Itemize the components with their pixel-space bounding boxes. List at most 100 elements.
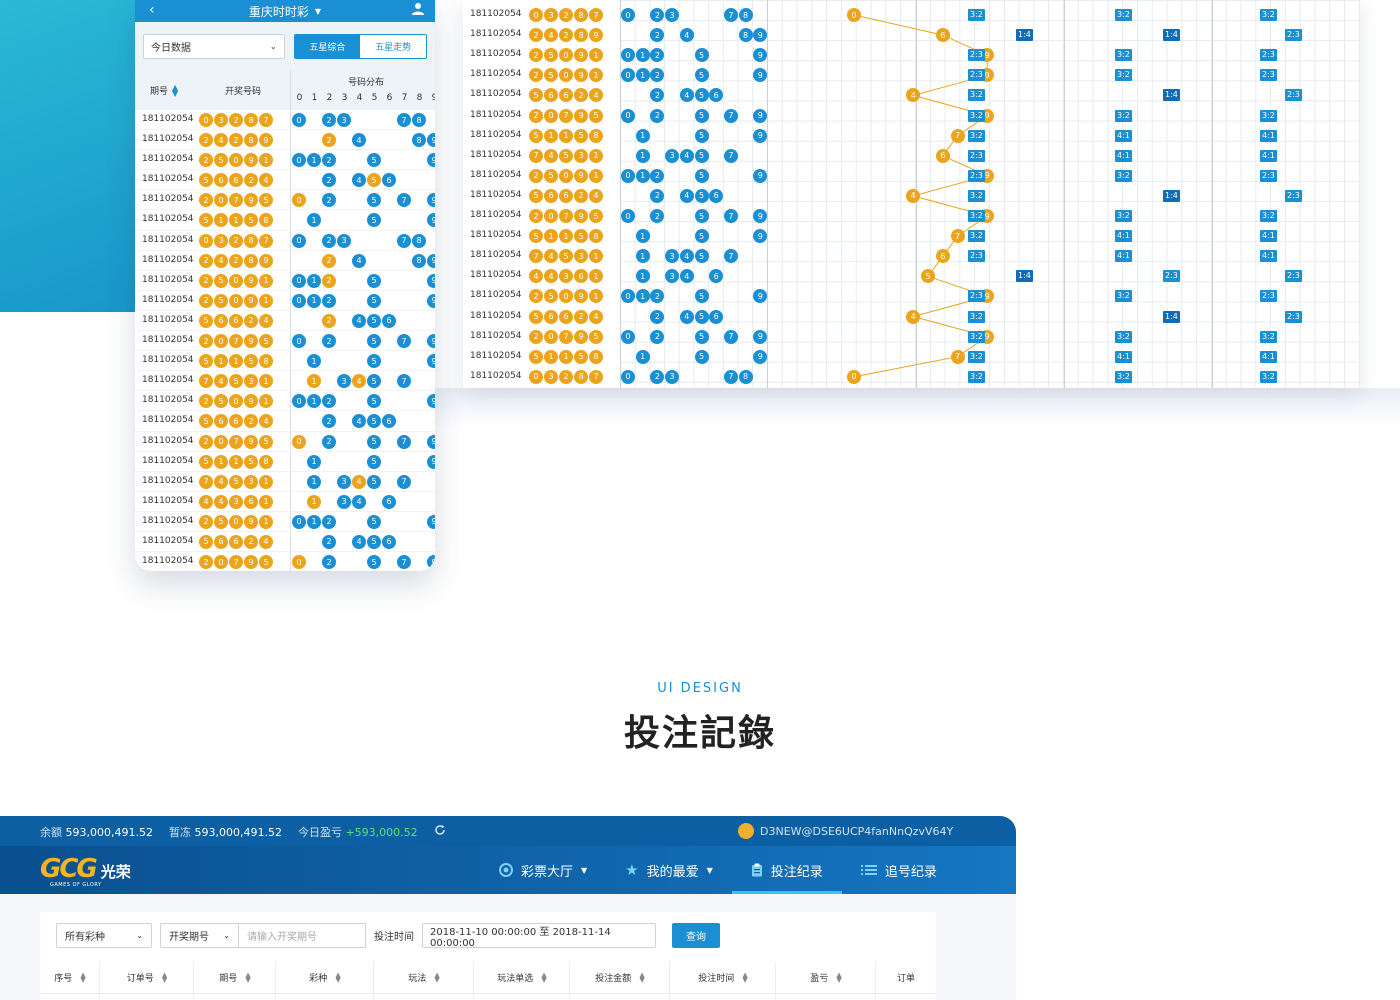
table-row[interactable]: 181102054 2 5 0 9 1 0 1 2 5 9 bbox=[135, 511, 435, 532]
trend-row[interactable]: 181102054 5 6 6 2 4 2 4 5 6 4 3:2 1:4 2:3 bbox=[463, 186, 1360, 206]
number-ball: 5 bbox=[199, 313, 213, 328]
user-icon[interactable] bbox=[411, 2, 425, 16]
nav-favorites[interactable]: ★ 我的最爱 ▼ bbox=[606, 846, 732, 894]
trend-row[interactable]: 181102054 2 5 0 9 1 0 1 2 5 9 9 2:3 3:2 2:3 bbox=[463, 166, 1360, 186]
trend-row[interactable]: 181102054 4 4 3 6 1 1 3 4 6 5 1:4 2:3 2:3 bbox=[463, 266, 1360, 286]
trend-row[interactable]: 181102054 2 0 7 9 5 0 2 5 7 9 9 3:2 3:2 3:2 bbox=[463, 206, 1360, 226]
ratio-tag: 1:4 bbox=[1163, 29, 1180, 42]
distribution-ball: 2 bbox=[650, 309, 665, 324]
ratio-tag: 4:1 bbox=[1115, 350, 1132, 363]
refresh-icon[interactable] bbox=[434, 824, 446, 836]
table-row[interactable]: 181102054 2 0 7 9 5 0 2 5 7 9 bbox=[135, 190, 435, 211]
data-range-select[interactable]: 今日数据 ⌄ bbox=[143, 33, 285, 59]
column-header[interactable]: 投注时间 ▲ ▼ bbox=[670, 962, 776, 1000]
column-header[interactable]: 订单 bbox=[876, 962, 936, 993]
period-id: 181102054 bbox=[142, 475, 194, 486]
table-row[interactable]: 181102054 2 4 2 8 9 2 4 8 9 bbox=[135, 250, 435, 271]
lottery-type-select[interactable]: 所有彩种 ⌄ bbox=[56, 923, 152, 948]
number-ball: 4 bbox=[544, 148, 558, 163]
column-header[interactable]: 彩种 ▲ ▼ bbox=[276, 962, 374, 1000]
trend-row[interactable]: 181102054 2 4 2 8 9 2 4 8 9 6 1:4 1:4 2:3 bbox=[463, 25, 1360, 45]
table-row[interactable]: 181102054 5 6 6 2 4 2 4 5 6 bbox=[135, 531, 435, 553]
column-header[interactable]: 玩法单选 ▲ ▼ bbox=[474, 962, 570, 1000]
trend-row[interactable]: 181102054 5 1 1 5 8 1 5 9 7 3:2 4:1 4:1 bbox=[463, 347, 1360, 367]
trend-row[interactable]: 181102054 2 5 0 9 1 0 1 2 5 9 9 2:3 3:2 2:3 bbox=[463, 45, 1360, 65]
table-row[interactable]: 181102054 2 0 7 9 5 0 2 5 7 9 bbox=[135, 552, 435, 571]
table-row[interactable]: 181102054 2 5 0 9 1 0 1 2 5 9 bbox=[135, 270, 435, 291]
table-row[interactable]: 181102054 2 4 2 8 9 2 4 8 9 bbox=[135, 130, 435, 151]
ratio-tag: 3:2 bbox=[1115, 210, 1132, 222]
table-row[interactable]: 181102054 4 4 3 6 1 1 3 4 6 bbox=[135, 491, 435, 512]
trend-row[interactable]: 181102054 0 3 2 8 7 0 2 3 7 8 0 3:2 3:2 3:2 bbox=[463, 367, 1360, 387]
nav-lottery-hall[interactable]: 彩票大厅 ▼ bbox=[480, 846, 606, 894]
number-ball: 6 bbox=[229, 173, 243, 188]
trend-row[interactable]: 181102054 0 3 2 8 7 0 2 3 7 8 0 3:2 3:2 3:2 bbox=[463, 5, 1360, 25]
nav-bet-records[interactable]: 投注纪录 bbox=[731, 846, 842, 894]
trend-row[interactable]: 181102054 2 0 7 9 5 0 2 5 7 9 9 3:2 3:2 3:2 bbox=[463, 106, 1360, 126]
filter-bar: 所有彩种 ⌄ 开奖期号 ⌄ 请输入开奖期号 投注时间 2018-11-10 00… bbox=[56, 923, 720, 949]
number-ball: 2 bbox=[229, 133, 243, 148]
winning-numbers: 56624 bbox=[199, 173, 273, 188]
column-header[interactable]: 期号 ▲ ▼ bbox=[194, 962, 276, 1000]
table-row[interactable]: 181102054 2 5 0 9 1 0 1 2 5 9 bbox=[135, 391, 435, 412]
back-icon[interactable]: ‹ bbox=[149, 2, 155, 18]
trend-row[interactable]: 181102054 7 4 5 3 1 1 3 4 5 7 6 2:3 4:1 4:1 bbox=[463, 246, 1360, 266]
table-row[interactable]: 181102054 0 3 2 8 7 0 2 3 7 8 bbox=[135, 110, 435, 131]
mobile-table-header: 期号 ▲ ▼ 开奖号码 号码分布 0123456789 bbox=[135, 70, 435, 110]
tab-five-star-trend[interactable]: 五星走势 bbox=[360, 34, 426, 58]
table-row[interactable]: 181102054 7 4 5 3 1 1 3 4 5 7 bbox=[135, 471, 435, 492]
query-button[interactable]: 查询 bbox=[672, 923, 720, 948]
sort-icon: ▲ ▼ bbox=[335, 970, 341, 984]
number-ball: 3 bbox=[229, 494, 243, 509]
distribution-ball: 0 bbox=[621, 289, 635, 304]
number-ball: 9 bbox=[574, 289, 588, 304]
number-ball: 5 bbox=[244, 213, 258, 228]
table-row[interactable]: 181102054 2 5 0 9 1 0 1 2 5 9 bbox=[135, 150, 435, 171]
table-row[interactable]: 181102054 5 1 1 5 8 1 5 9 bbox=[135, 451, 435, 472]
column-header[interactable]: 投注金额 ▲ ▼ bbox=[570, 962, 670, 1000]
trend-row[interactable]: 181102054 2 5 0 9 1 0 1 2 5 9 9 2:3 3:2 2:3 bbox=[463, 65, 1360, 85]
account-menu[interactable]: D3NEW@DSE6UCP4fanNnQzvV64Y bbox=[738, 823, 953, 839]
distribution-ball: 2 bbox=[322, 193, 336, 208]
section-subtitle: UI DESIGN bbox=[657, 681, 743, 696]
trend-row[interactable]: 181102054 7 4 5 3 1 1 3 4 5 7 6 2:3 4:1 4:1 bbox=[463, 146, 1360, 166]
winning-numbers: 20795 bbox=[529, 209, 603, 223]
trend-row[interactable]: 181102054 5 6 6 2 4 2 4 5 6 4 3:2 1:4 2:3 bbox=[463, 85, 1360, 105]
number-ball: 5 bbox=[574, 128, 588, 143]
table-row[interactable]: 181102054 2 0 7 9 5 0 2 5 7 9 bbox=[135, 331, 435, 352]
column-header[interactable]: 订单号 ▲ ▼ bbox=[100, 962, 194, 1000]
table-row[interactable]: 181102054 5 6 6 2 4 2 4 5 6 bbox=[135, 170, 435, 191]
trend-row[interactable]: 181102054 5 1 1 5 8 1 5 9 7 3:2 4:1 4:1 bbox=[463, 126, 1360, 146]
column-header[interactable]: 盈亏 ▲ ▼ bbox=[776, 962, 876, 1000]
table-row[interactable]: 181102054 2 5 0 9 1 0 1 2 5 9 bbox=[135, 290, 435, 311]
winning-numbers: 25091 bbox=[199, 514, 273, 529]
column-header[interactable]: 玩法 ▲ ▼ bbox=[374, 962, 474, 1000]
number-ball: 1 bbox=[229, 454, 243, 469]
trend-row[interactable]: 181102054 2 5 0 9 1 0 1 2 5 9 9 2:3 3:2 2:3 bbox=[463, 286, 1360, 306]
trend-row[interactable]: 181102054 2 0 7 9 5 0 2 5 7 9 9 3:2 3:2 3:2 bbox=[463, 327, 1360, 347]
period-type-select[interactable]: 开奖期号 ⌄ bbox=[160, 923, 239, 948]
nav-chase-records[interactable]: 追号纪录 bbox=[842, 846, 956, 894]
column-header-label: 期号 bbox=[219, 974, 238, 984]
table-row[interactable]: 181102054 5 6 6 2 4 2 4 5 6 bbox=[135, 310, 435, 332]
table-row[interactable]: 181102054 7 4 5 3 1 1 3 4 5 7 bbox=[135, 371, 435, 392]
table-row[interactable]: 181102054 0 3 2 8 7 0 2 3 7 8 bbox=[135, 230, 435, 251]
column-header[interactable]: 序号 ▲ ▼ bbox=[40, 962, 100, 1000]
distribution-ball: 3 bbox=[665, 148, 680, 163]
lottery-title-dropdown[interactable]: 重庆时时彩 ▼ bbox=[249, 3, 321, 20]
table-row[interactable]: 181102054 5 6 6 2 4 2 4 5 6 bbox=[135, 411, 435, 432]
gcg-logo[interactable]: GCG 光荣 GAMES OF GLORY bbox=[40, 856, 131, 888]
trend-row[interactable]: 181102054 5 1 1 5 8 1 5 9 7 3:2 4:1 4:1 bbox=[463, 226, 1360, 246]
tab-five-star-combined[interactable]: 五星综合 bbox=[294, 34, 361, 58]
period-type-value: 开奖期号 bbox=[169, 932, 209, 943]
table-row[interactable]: 181102054 2 0 7 9 5 0 2 5 7 9 bbox=[135, 431, 435, 452]
trend-row[interactable]: 181102054 5 6 6 2 4 2 4 5 6 4 3:2 1:4 2:3 bbox=[463, 307, 1360, 327]
period-number-input[interactable]: 请输入开奖期号 bbox=[239, 923, 366, 948]
distribution-ball: 4 bbox=[352, 494, 366, 509]
account-summary: 余额 593,000,491.52 暂冻 593,000,491.52 今日盈亏… bbox=[40, 824, 446, 840]
table-row[interactable]: 181102054 5 1 1 5 8 1 5 9 bbox=[135, 351, 435, 372]
period-column-header[interactable]: 期号 ▲ ▼ bbox=[150, 83, 178, 97]
number-ball: 1 bbox=[589, 269, 603, 284]
table-row[interactable]: 181102054 5 1 1 5 8 1 5 9 bbox=[135, 210, 435, 231]
bet-time-range-input[interactable]: 2018-11-10 00:00:00 至 2018-11-14 00:00:0… bbox=[422, 923, 656, 949]
